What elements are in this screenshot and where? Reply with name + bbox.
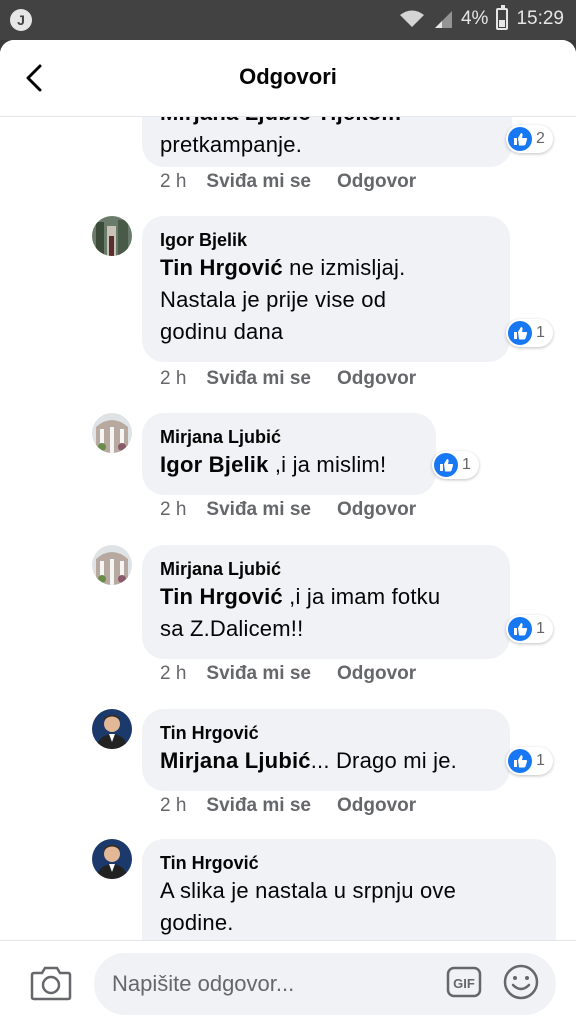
- smiley-icon[interactable]: [502, 963, 540, 1001]
- reaction-count[interactable]: 1: [432, 451, 479, 479]
- comment-thread: Mirjana Ljubić Tijekom pretkampanje. 2 2…: [0, 117, 576, 941]
- clock: 15:29: [516, 8, 564, 29]
- reaction-number: 2: [536, 130, 545, 147]
- comment-text: Tin Hrgović ,i ja imam fotku: [160, 584, 441, 609]
- comment-bubble[interactable]: Mirjana Ljubić Tijekom pretkampanje.: [142, 117, 512, 167]
- gif-icon[interactable]: GIF: [446, 964, 482, 1000]
- reply-input[interactable]: Napišite odgovor...: [94, 953, 556, 1015]
- reaction-number: 1: [536, 620, 545, 637]
- comment-text: A slika je nastala u srpnju ove: [160, 878, 457, 903]
- comment-text: pretkampanje.: [160, 132, 303, 157]
- reply-button[interactable]: Odgovor: [337, 795, 416, 817]
- comment-actions: 2 h Sviđa mi se Odgovor: [160, 171, 442, 193]
- like-button[interactable]: Sviđa mi se: [206, 499, 311, 521]
- header: Odgovori: [0, 40, 576, 117]
- comment-text: Tin Hrgović ne izmisljaj.: [160, 255, 406, 280]
- status-indicators: 4% 15:29: [399, 5, 564, 30]
- mention[interactable]: Mirjana Ljubić: [160, 748, 311, 773]
- status-bar: J 4% 15:29: [0, 0, 576, 40]
- comment-time: 2 h: [160, 368, 187, 389]
- like-icon: [508, 749, 532, 773]
- comment-author[interactable]: Mirjana Ljubić: [160, 557, 492, 581]
- avatar[interactable]: [92, 545, 132, 585]
- comment-bubble[interactable]: Tin Hrgović Mirjana Ljubić... Drago mi j…: [142, 709, 510, 791]
- comment-text: Mirjana Ljubić... Drago mi je.: [160, 748, 457, 773]
- comment-author[interactable]: Igor Bjelik: [160, 228, 492, 252]
- comment-text-line: sa Z.Dalicem!!: [160, 616, 304, 641]
- comment-time: 2 h: [160, 663, 187, 684]
- reaction-count[interactable]: 1: [506, 615, 553, 643]
- mention[interactable]: Tin Hrgović: [160, 255, 283, 280]
- signal-icon: [434, 11, 452, 28]
- like-button[interactable]: Sviđa mi se: [206, 368, 311, 390]
- reaction-number: 1: [536, 752, 545, 769]
- comment-author[interactable]: Mirjana Ljubić: [160, 425, 418, 449]
- comment-bubble[interactable]: Mirjana Ljubić Tin Hrgović ,i ja imam fo…: [142, 545, 510, 659]
- comment-text-line: godine.: [160, 910, 234, 935]
- mention[interactable]: Igor Bjelik: [160, 452, 269, 477]
- reply-button[interactable]: Odgovor: [337, 171, 416, 193]
- comment-actions: 2 h Sviđa mi se Odgovor: [160, 368, 442, 390]
- avatar[interactable]: [92, 839, 132, 879]
- like-icon: [508, 321, 532, 345]
- page-title: Odgovori: [239, 64, 337, 89]
- comment-time: 2 h: [160, 499, 187, 520]
- avatar[interactable]: [92, 709, 132, 749]
- reply-button[interactable]: Odgovor: [337, 663, 416, 685]
- gif-label: GIF: [453, 976, 475, 991]
- comment-author-overlap: Mirjana Ljubić Tijekom: [160, 117, 494, 129]
- comment-bubble[interactable]: Igor Bjelik Tin Hrgović ne izmisljaj. Na…: [142, 216, 510, 362]
- comment-text-line: godinu dana: [160, 319, 284, 344]
- comment-author[interactable]: Tin Hrgović: [160, 851, 538, 875]
- mention[interactable]: Tin Hrgović: [160, 584, 283, 609]
- app-notification-icon: J: [10, 9, 32, 31]
- camera-icon[interactable]: [30, 963, 72, 1001]
- comment-bubble[interactable]: Tin Hrgović A slika je nastala u srpnju …: [142, 839, 556, 941]
- comment-time: 2 h: [160, 171, 187, 192]
- like-button[interactable]: Sviđa mi se: [206, 663, 311, 685]
- comment-time: 2 h: [160, 795, 187, 816]
- avatar[interactable]: [92, 413, 132, 453]
- reaction-count[interactable]: 1: [506, 747, 553, 775]
- like-button[interactable]: Sviđa mi se: [206, 795, 311, 817]
- reaction-count[interactable]: 2: [506, 125, 553, 153]
- like-icon: [434, 453, 458, 477]
- comment-text: Igor Bjelik ,i ja mislim!: [160, 452, 387, 477]
- avatar[interactable]: [92, 216, 132, 256]
- battery-icon: [496, 5, 509, 30]
- wifi-icon: [399, 10, 424, 27]
- replies-sheet: Odgovori Mirjana Ljubić Tijekom pretkamp…: [0, 40, 576, 1024]
- reaction-number: 1: [536, 324, 545, 341]
- comment-actions: 2 h Sviđa mi se Odgovor: [160, 499, 442, 521]
- reply-button[interactable]: Odgovor: [337, 499, 416, 521]
- reply-composer: Napišite odgovor... GIF: [0, 940, 576, 1024]
- like-icon: [508, 617, 532, 641]
- like-icon: [508, 127, 532, 151]
- comment-actions: 2 h Sviđa mi se Odgovor: [160, 795, 442, 817]
- comment-actions: 2 h Sviđa mi se Odgovor: [160, 663, 442, 685]
- like-button[interactable]: Sviđa mi se: [206, 171, 311, 193]
- comment-author[interactable]: Tin Hrgović: [160, 721, 492, 745]
- comment-bubble[interactable]: Mirjana Ljubić Igor Bjelik ,i ja mislim!: [142, 413, 436, 495]
- comment-text-line: Nastala je prije vise od: [160, 287, 387, 312]
- battery-percent: 4%: [460, 8, 489, 29]
- reaction-count[interactable]: 1: [506, 319, 553, 347]
- reply-button[interactable]: Odgovor: [337, 368, 416, 390]
- reaction-number: 1: [462, 456, 471, 473]
